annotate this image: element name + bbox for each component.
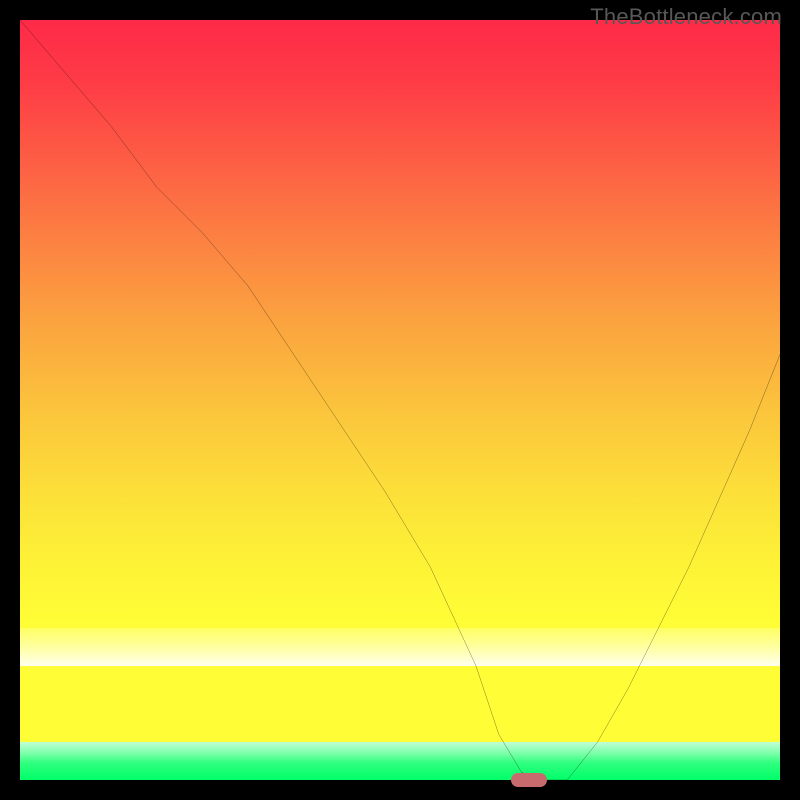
curve-path	[20, 20, 780, 780]
optimal-marker	[511, 773, 547, 787]
bottleneck-curve	[20, 20, 780, 780]
plot-area	[20, 20, 780, 780]
chart-frame: TheBottleneck.com	[0, 0, 800, 800]
watermark-text: TheBottleneck.com	[590, 4, 782, 30]
